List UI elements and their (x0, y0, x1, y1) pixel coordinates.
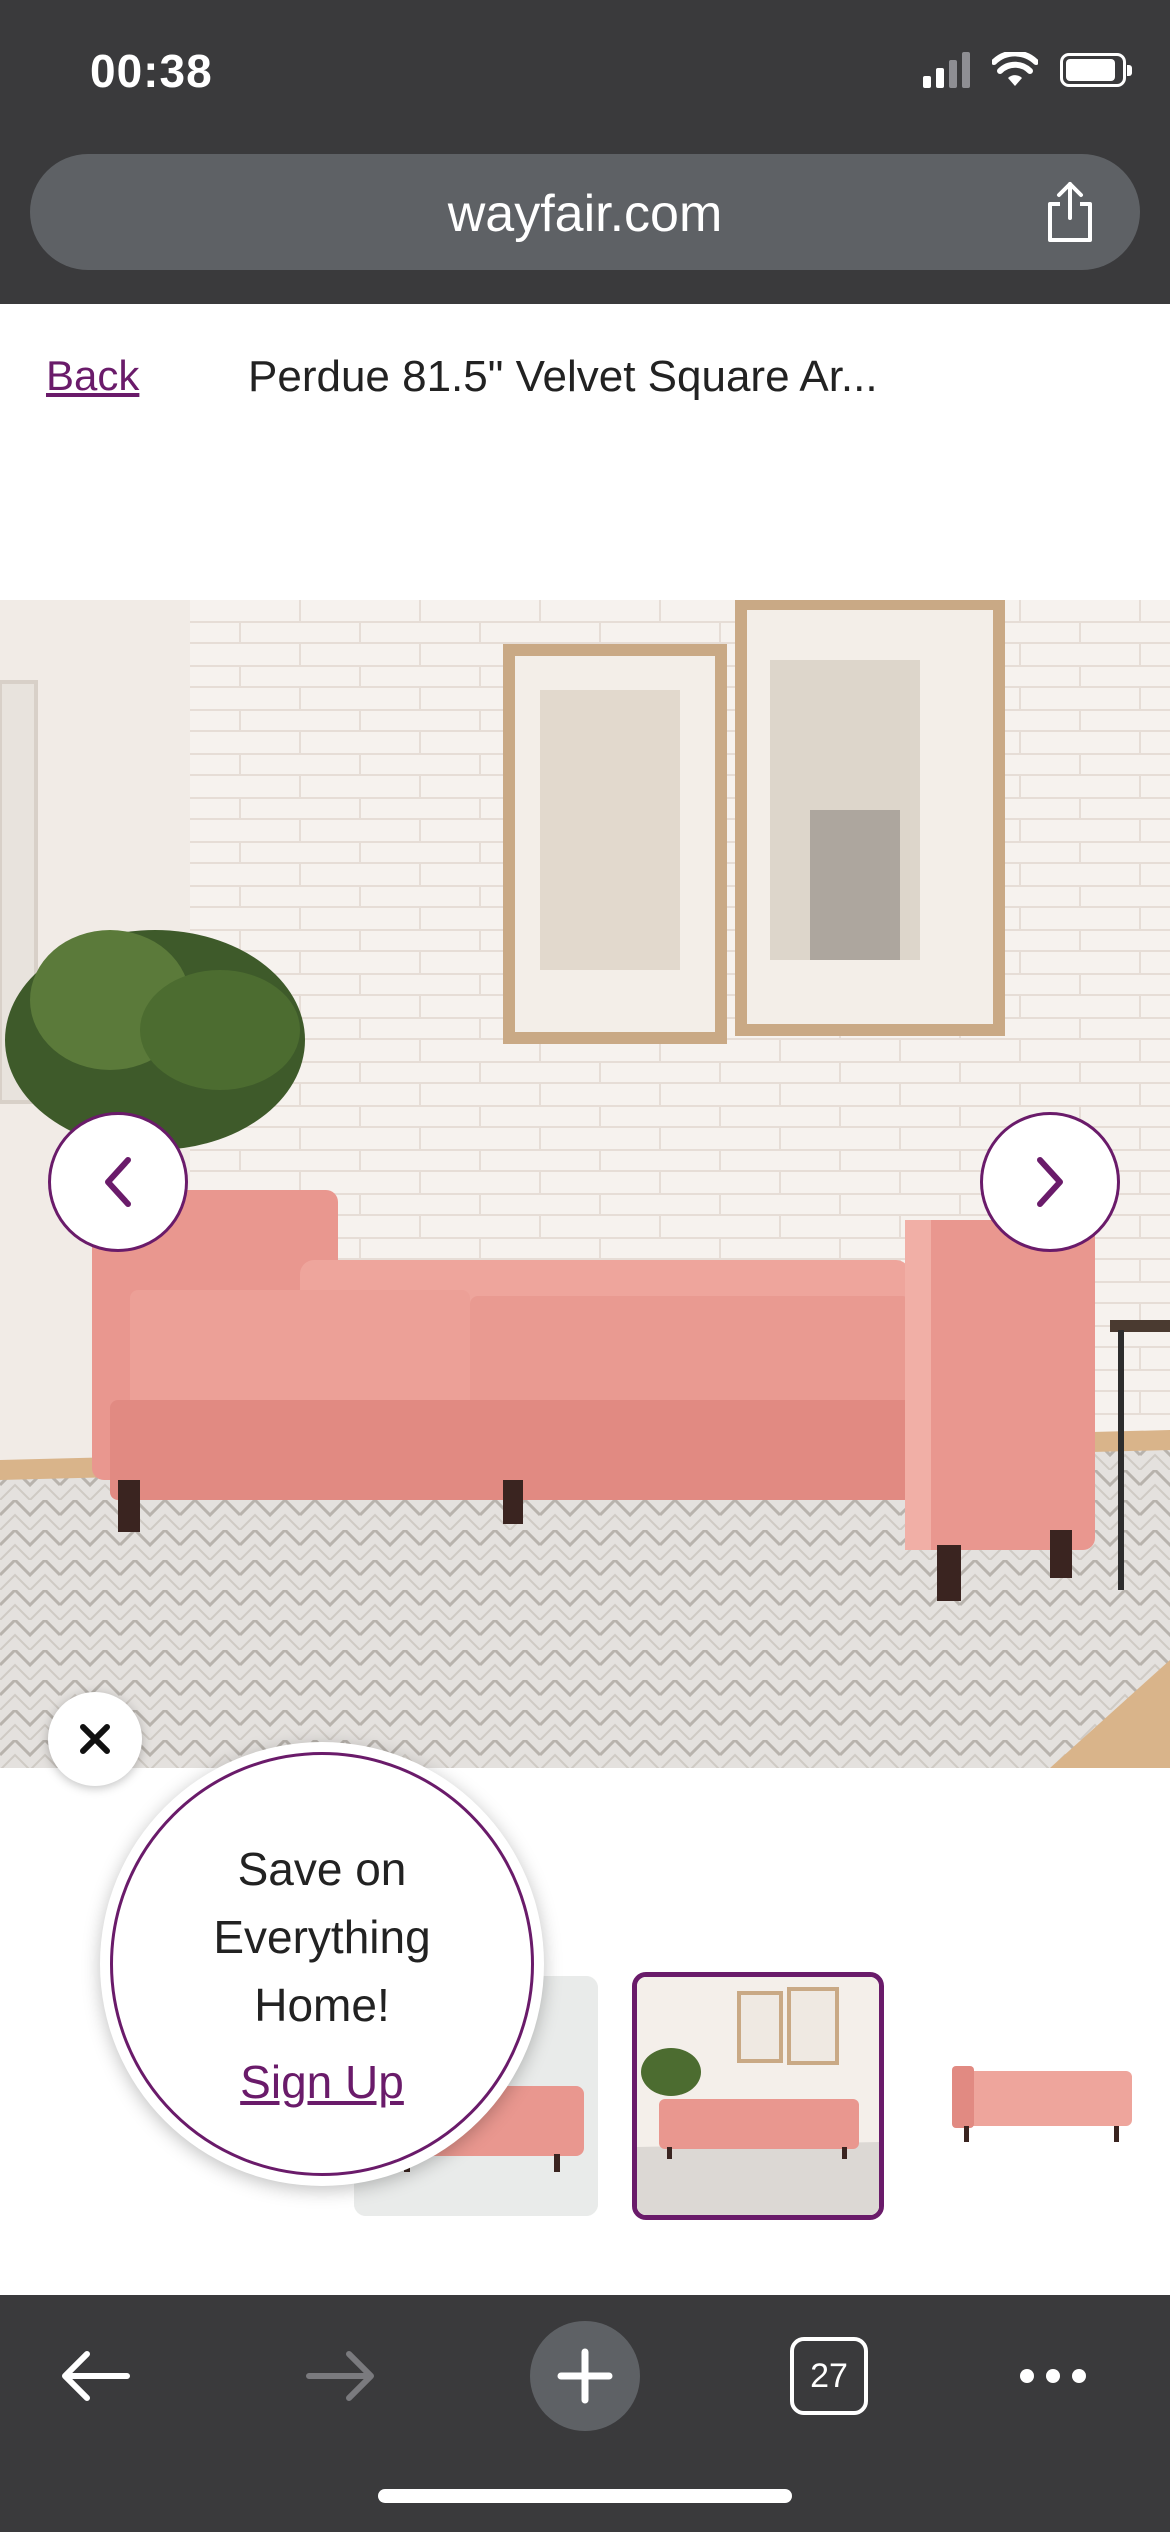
url-text[interactable]: wayfair.com (30, 184, 1140, 244)
more-button[interactable] (1008, 2331, 1098, 2421)
cellular-signal-icon (923, 52, 970, 88)
back-arrow-icon (62, 2351, 130, 2401)
next-image-button[interactable] (980, 1112, 1120, 1252)
thumbnail-3[interactable] (934, 1976, 1170, 2216)
chevron-left-icon (105, 1157, 131, 1207)
more-icon (1020, 2369, 1086, 2383)
status-time: 00:38 (90, 45, 213, 97)
back-link[interactable]: Back (46, 352, 139, 400)
sign-up-link[interactable]: Sign Up (113, 2055, 531, 2109)
browser-forward-button[interactable] (296, 2331, 386, 2421)
promo-bubble[interactable]: Save on Everything Home! Sign Up (100, 1742, 544, 2186)
battery-icon (1060, 53, 1132, 87)
close-icon (80, 1724, 110, 1754)
tab-count: 27 (810, 2356, 848, 2395)
browser-back-button[interactable] (50, 2331, 140, 2421)
home-indicator[interactable] (378, 2489, 792, 2503)
promo-line-3: Home! (254, 1979, 390, 2031)
thumbnail-2-selected[interactable] (632, 1972, 884, 2220)
promo-line-2: Everything (213, 1911, 431, 1963)
browser-top-chrome: 00:38 wayfair.com (0, 0, 1170, 304)
share-icon[interactable] (1040, 180, 1100, 244)
promo-close-button[interactable] (48, 1692, 142, 1786)
page-header: Back Perdue 81.5" Velvet Square Ar... (0, 304, 1170, 600)
previous-image-button[interactable] (48, 1112, 188, 1252)
status-icons (923, 52, 1132, 88)
new-tab-button[interactable] (530, 2321, 640, 2431)
promo-line-1: Save on (237, 1843, 407, 1895)
promo-message: Save on Everything Home! (113, 1835, 531, 2039)
forward-arrow-icon (306, 2351, 374, 2401)
plus-icon (557, 2348, 613, 2404)
wifi-icon (992, 52, 1038, 86)
chevron-right-icon (1037, 1157, 1063, 1207)
product-title: Perdue 81.5" Velvet Square Ar... (248, 352, 878, 401)
promo-ring: Save on Everything Home! Sign Up (110, 1752, 534, 2176)
url-bar[interactable]: wayfair.com (30, 154, 1140, 270)
tabs-button[interactable]: 27 (790, 2337, 868, 2415)
